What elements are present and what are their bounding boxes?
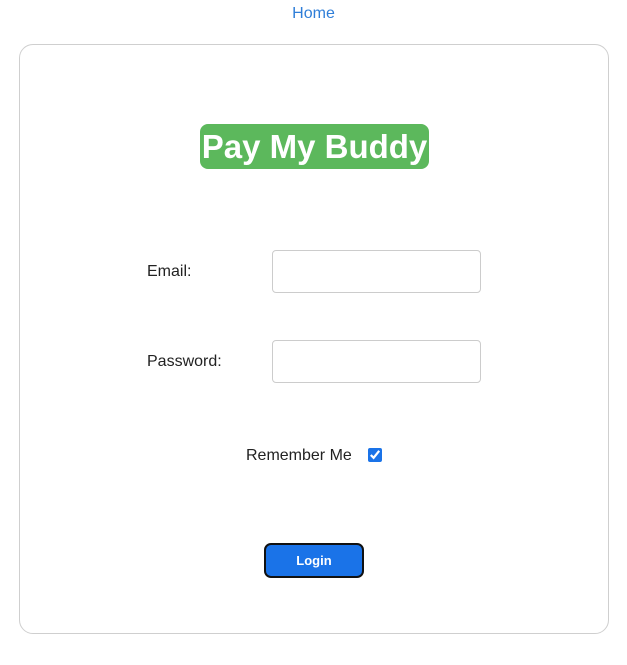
email-label: Email: — [147, 263, 192, 280]
password-label: Password: — [147, 353, 222, 370]
password-field[interactable] — [272, 340, 481, 383]
home-link[interactable]: Home — [0, 5, 627, 23]
login-button[interactable]: Login — [264, 543, 364, 578]
remember-me-label: Remember Me — [246, 447, 352, 464]
brand-logo: Pay My Buddy — [200, 124, 429, 169]
email-field[interactable] — [272, 250, 481, 293]
remember-me-checkbox[interactable] — [368, 448, 382, 462]
